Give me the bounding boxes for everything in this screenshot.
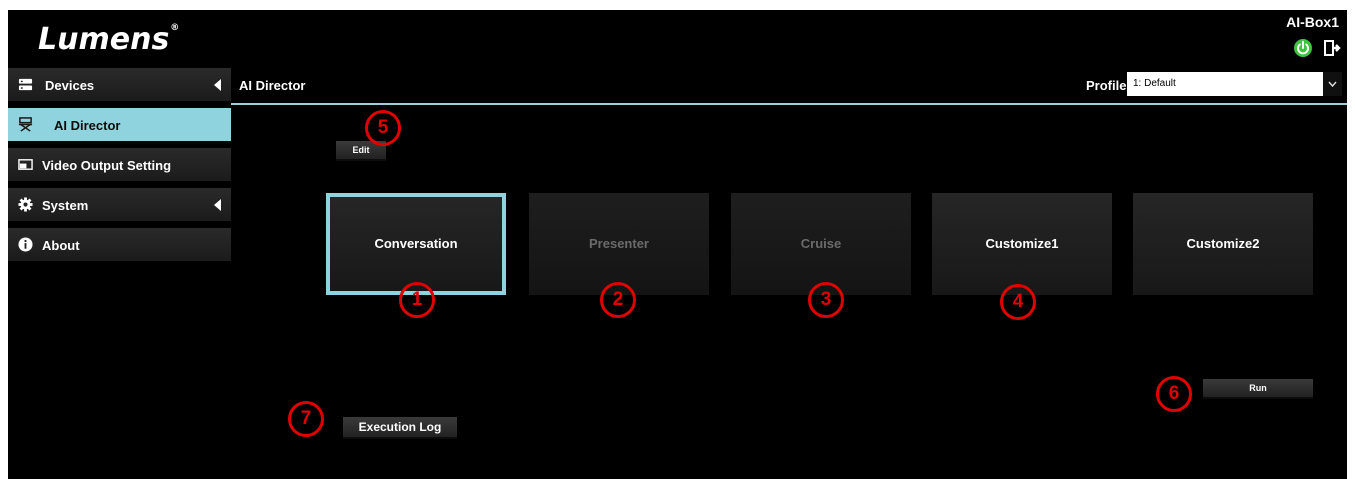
sidebar-item-label: Devices bbox=[45, 78, 95, 93]
device-name: AI-Box1 bbox=[1286, 14, 1339, 30]
mode-tile-cruise: Cruise bbox=[731, 193, 911, 295]
power-icon[interactable] bbox=[1293, 38, 1313, 58]
callout-marker: 2 bbox=[600, 282, 636, 318]
profile-label: Profile bbox=[1086, 78, 1127, 93]
sidebar-item-ai-director[interactable]: AI Director bbox=[8, 108, 231, 141]
sidebar-item-devices[interactable]: Devices bbox=[8, 68, 231, 101]
app-window: Lumens® AI-Box1 Devices AI Director Vide… bbox=[8, 10, 1347, 479]
sidebar: Devices AI Director Video Output Setting bbox=[8, 68, 231, 479]
run-button[interactable]: Run bbox=[1203, 379, 1313, 399]
sidebar-item-system[interactable]: System bbox=[8, 188, 231, 221]
callout-marker: 6 bbox=[1156, 376, 1192, 412]
sidebar-item-label: Video Output Setting bbox=[42, 158, 172, 173]
page-title: AI Director bbox=[239, 78, 306, 93]
callout-marker: 1 bbox=[399, 282, 435, 318]
monitor-icon bbox=[18, 159, 33, 170]
director-chair-icon bbox=[18, 117, 33, 132]
callout-marker: 7 bbox=[288, 401, 324, 437]
gear-icon bbox=[18, 197, 33, 212]
callout-marker: 3 bbox=[808, 282, 844, 318]
execution-log-button[interactable]: Execution Log bbox=[343, 417, 457, 439]
logo-registered-mark: ® bbox=[170, 23, 180, 33]
chevron-left-icon bbox=[214, 199, 221, 211]
profile-select-value: 1: Default bbox=[1133, 78, 1176, 89]
info-icon bbox=[18, 237, 33, 252]
chevron-down-icon[interactable] bbox=[1323, 72, 1342, 96]
logo-text: Lumens bbox=[38, 22, 170, 57]
mode-tile-presenter: Presenter bbox=[529, 193, 709, 295]
callout-marker: 5 bbox=[365, 110, 401, 146]
sidebar-item-about[interactable]: About bbox=[8, 228, 231, 261]
chevron-left-icon bbox=[214, 79, 221, 91]
sidebar-item-label: System bbox=[42, 198, 89, 213]
profile-select[interactable]: 1: Default bbox=[1127, 72, 1342, 96]
lumens-logo: Lumens® bbox=[38, 22, 180, 57]
mode-tile-conversation[interactable]: Conversation bbox=[326, 193, 506, 295]
callout-marker: 4 bbox=[1000, 284, 1036, 320]
title-divider bbox=[231, 103, 1347, 105]
sidebar-item-label: AI Director bbox=[54, 118, 121, 133]
logout-icon[interactable] bbox=[1321, 38, 1341, 58]
sidebar-item-label: About bbox=[42, 238, 80, 253]
mode-tile-customize2[interactable]: Customize2 bbox=[1133, 193, 1313, 295]
mode-tile-customize1[interactable]: Customize1 bbox=[932, 193, 1112, 295]
server-icon bbox=[18, 78, 33, 91]
sidebar-item-video-output-setting[interactable]: Video Output Setting bbox=[8, 148, 231, 181]
